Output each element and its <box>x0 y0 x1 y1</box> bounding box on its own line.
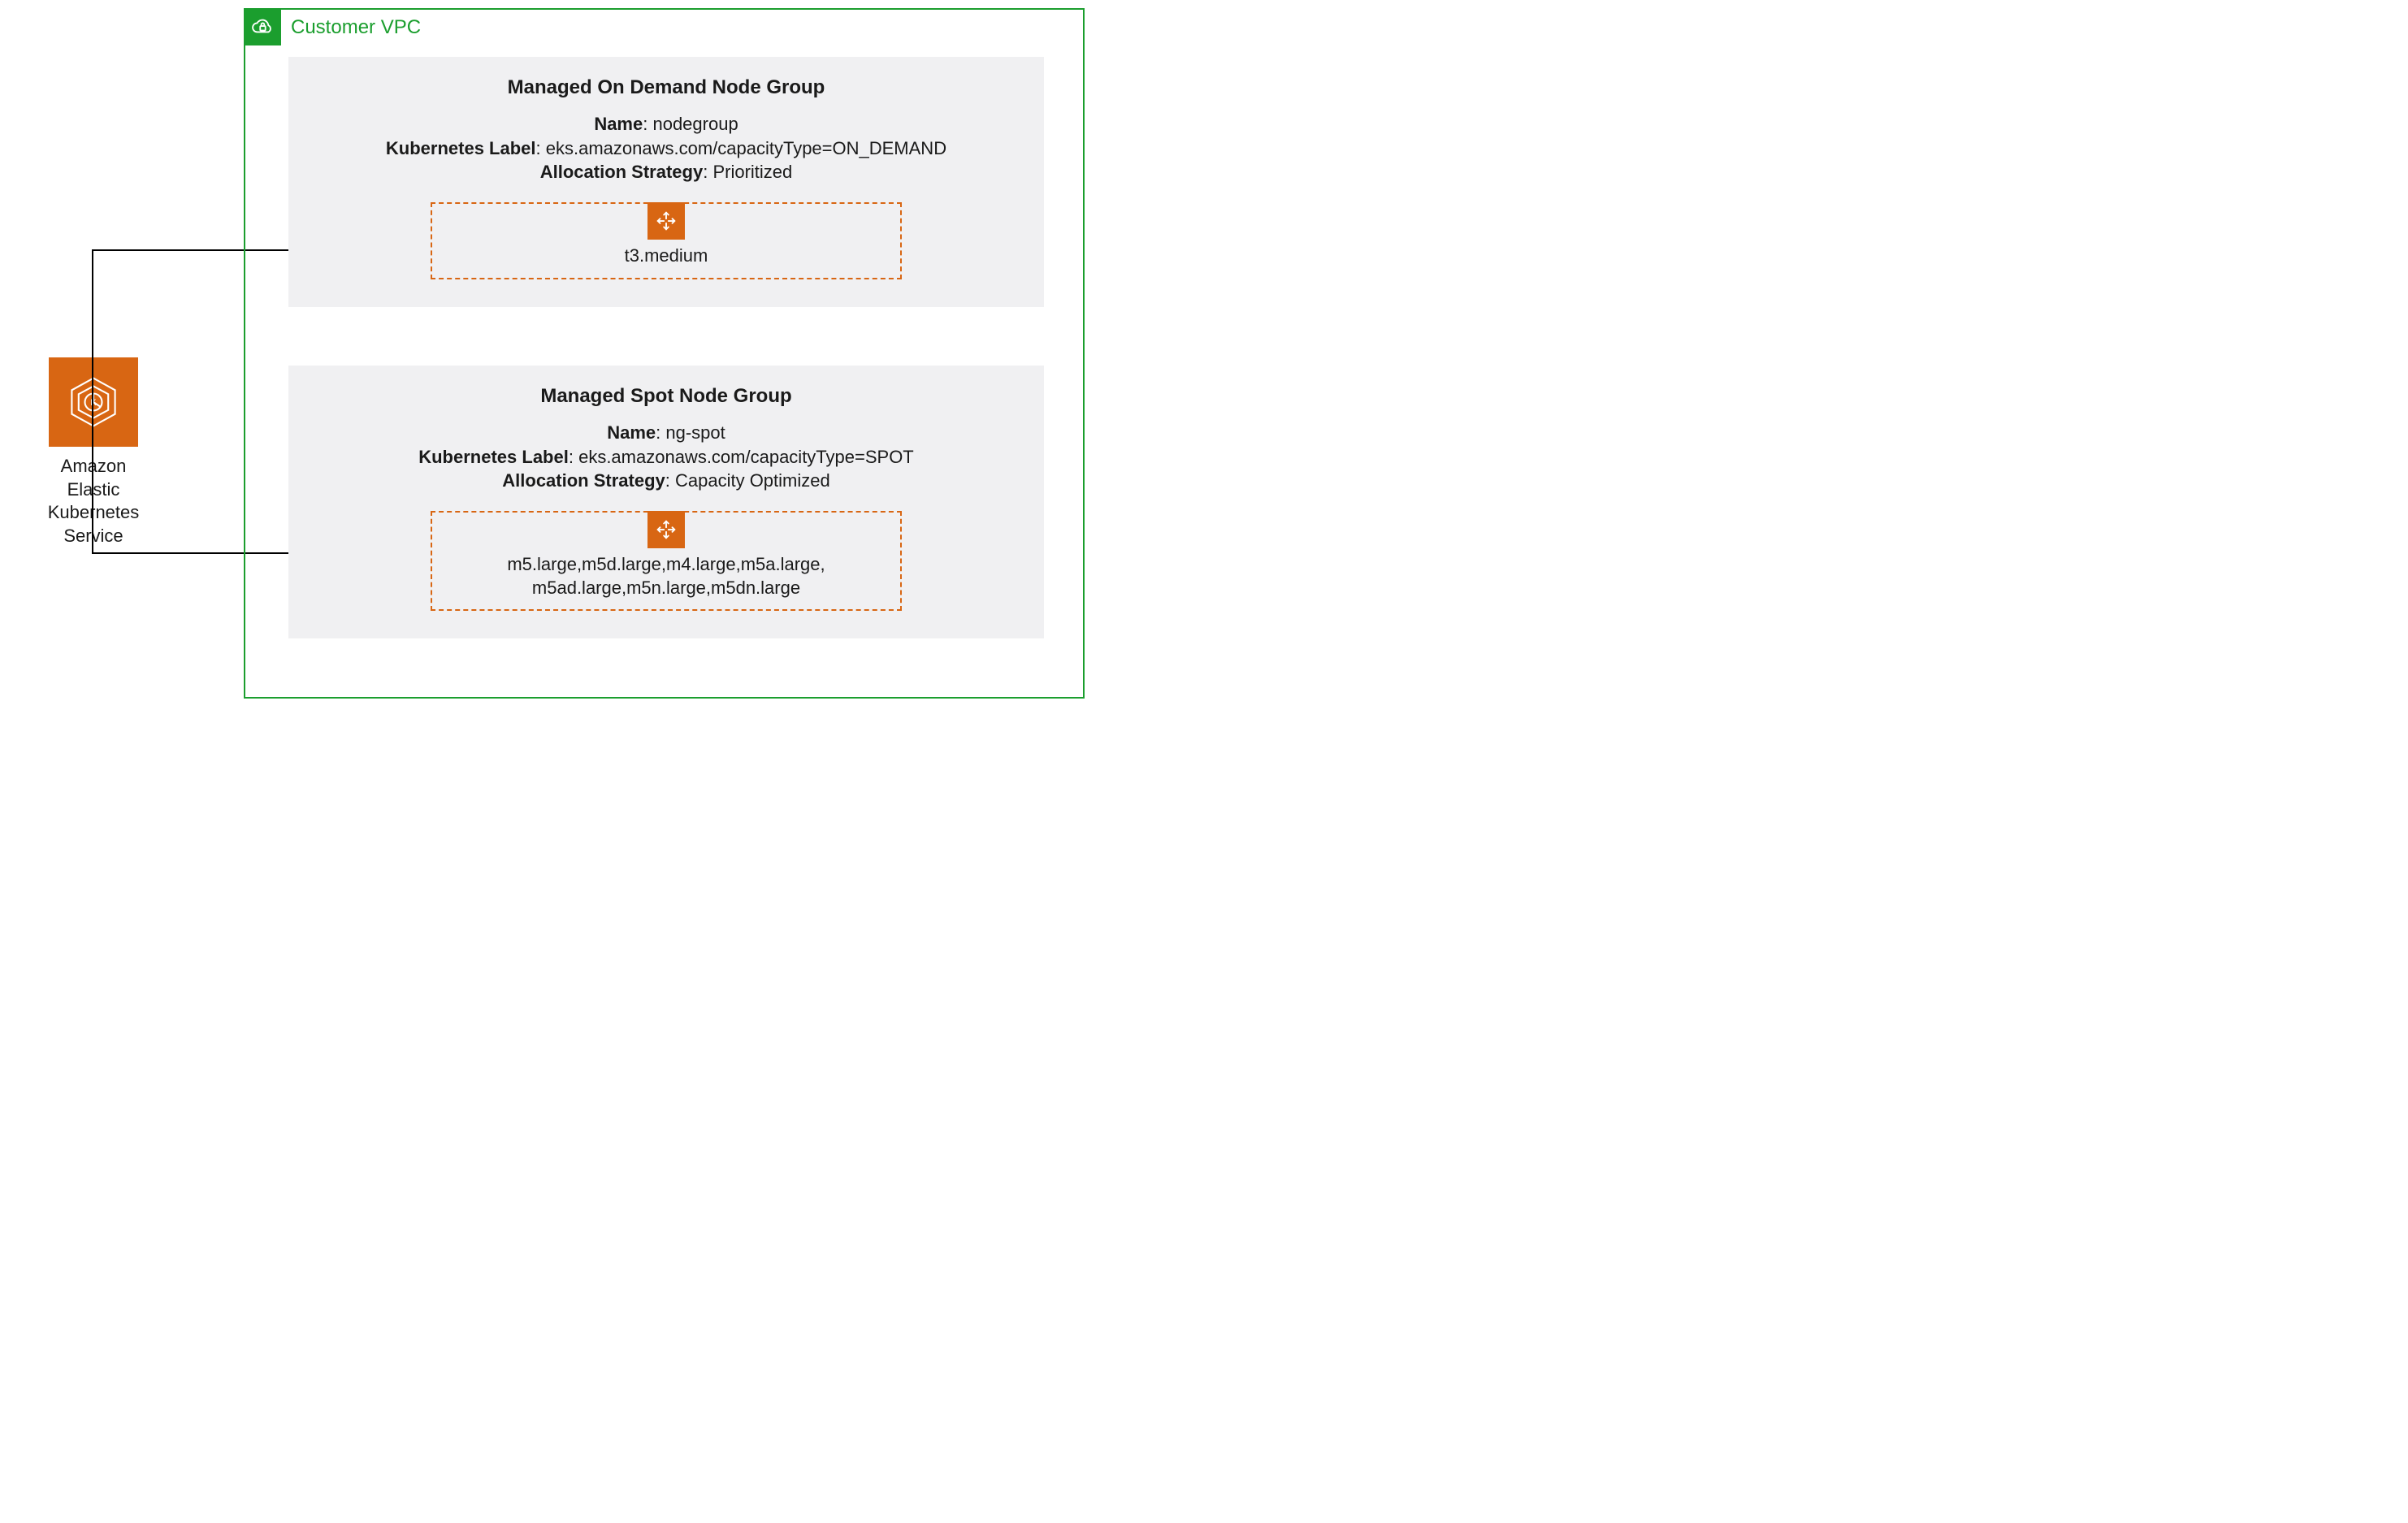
vpc-title: Customer VPC <box>291 16 421 39</box>
autoscaling-group-ondemand: t3.medium <box>431 202 902 279</box>
nodegroup-k8s-label: Kubernetes Label: eks.amazonaws.com/capa… <box>316 136 1016 161</box>
nodegroup-name: Name: nodegroup <box>316 112 1016 136</box>
nodegroup-allocation: Allocation Strategy: Prioritized <box>316 160 1016 184</box>
autoscaling-icon <box>647 202 685 240</box>
eks-service: K Amazon Elastic Kubernetes Service <box>45 357 142 547</box>
eks-label: Amazon Elastic Kubernetes Service <box>45 455 142 547</box>
nodegroup-name: Name: ng-spot <box>316 421 1016 445</box>
autoscaling-group-spot: m5.large,m5d.large,m4.large,m5a.large, m… <box>431 511 902 611</box>
nodegroup-title: Managed Spot Node Group <box>316 385 1016 408</box>
instance-types: m5.large,m5d.large,m4.large,m5a.large, m… <box>432 553 900 599</box>
eks-icon: K <box>49 357 138 447</box>
autoscaling-icon <box>647 511 685 548</box>
on-demand-node-group: Managed On Demand Node Group Name: nodeg… <box>288 57 1044 307</box>
eks-label-line: Service <box>45 525 142 548</box>
eks-label-line: Elastic <box>45 478 142 502</box>
architecture-diagram: K Amazon Elastic Kubernetes Service Cust… <box>0 0 1105 715</box>
nodegroup-allocation: Allocation Strategy: Capacity Optimized <box>316 469 1016 493</box>
eks-label-line: Amazon <box>45 455 142 478</box>
instance-types: t3.medium <box>432 244 900 268</box>
vpc-cloud-icon <box>244 8 281 45</box>
eks-label-line: Kubernetes <box>45 501 142 525</box>
spot-node-group: Managed Spot Node Group Name: ng-spot Ku… <box>288 366 1044 638</box>
connector-trunk <box>92 249 93 554</box>
nodegroup-title: Managed On Demand Node Group <box>316 76 1016 99</box>
nodegroup-k8s-label: Kubernetes Label: eks.amazonaws.com/capa… <box>316 445 1016 469</box>
